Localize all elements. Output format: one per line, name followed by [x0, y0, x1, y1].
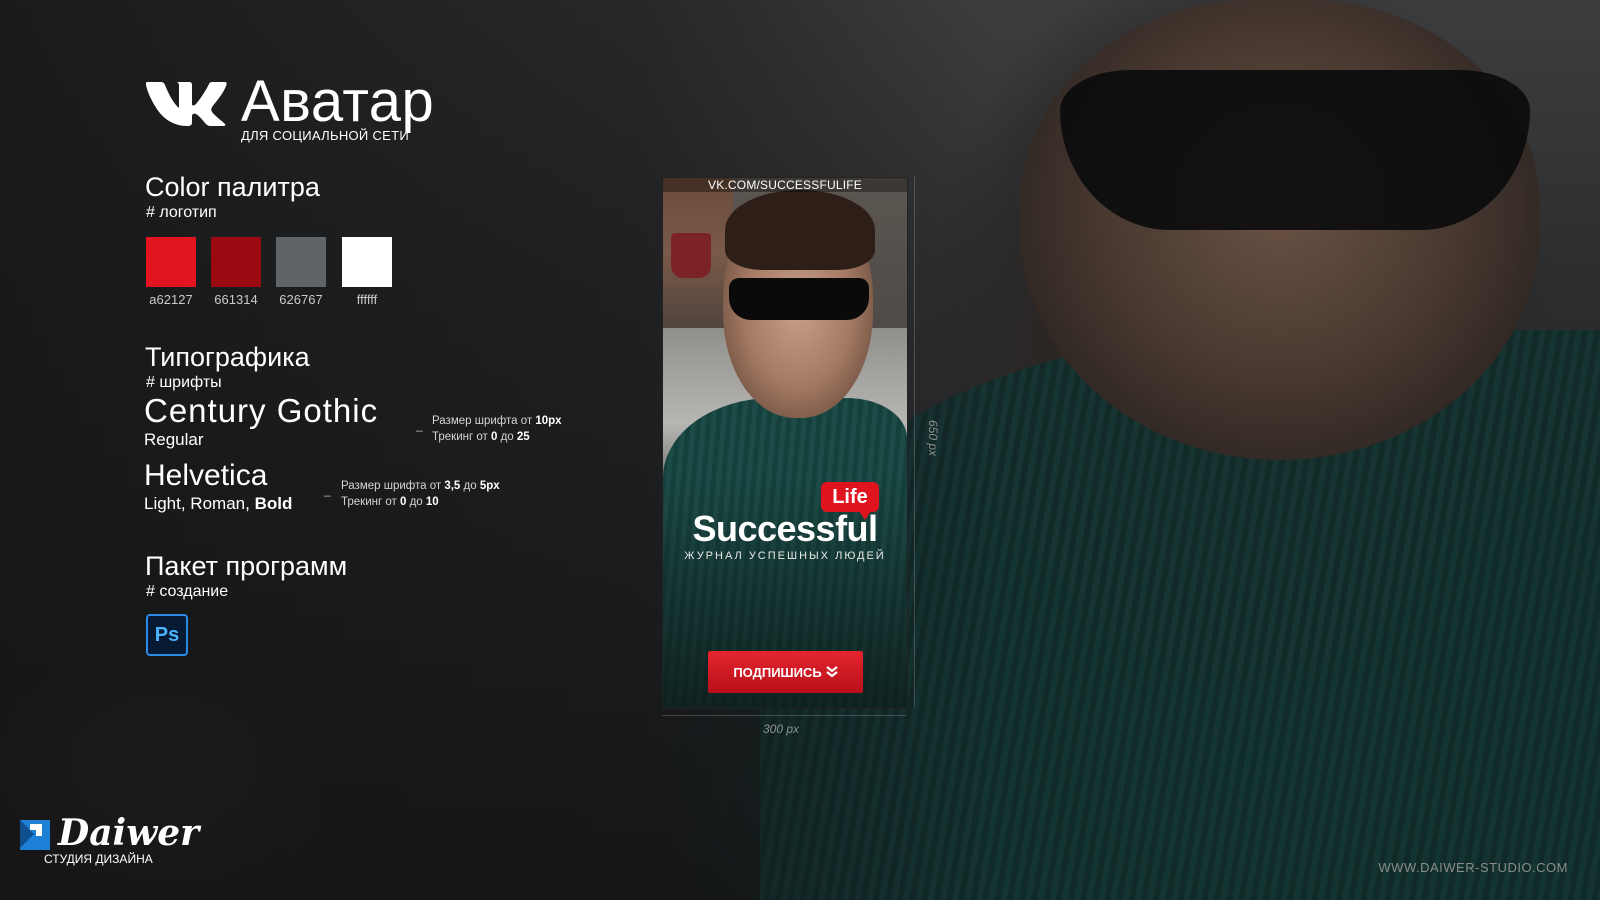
swatch-label: 626767	[279, 292, 323, 307]
swatch-label: 661314	[214, 292, 258, 307]
font1-style: Regular	[144, 430, 204, 449]
avatar-mockup: VK.COM/SUCCESSFULIFE Life Successful ЖУР…	[662, 177, 908, 709]
height-dimension-line	[914, 177, 915, 707]
vk-logo-icon	[146, 82, 227, 126]
page-title: Аватар	[241, 69, 435, 134]
typography-title: Типографика	[145, 342, 310, 372]
font1-note: Размер шрифта от 10px Трекинг от 0 до 25	[432, 415, 562, 443]
daiwer-subtitle: СТУДИЯ ДИЗАЙНА	[44, 852, 153, 866]
avatar-tagline: ЖУРНАЛ УСПЕШНЫХ ЛЮДЕЙ	[684, 550, 886, 562]
subscribe-button-label: ПОДПИШИСЬ	[733, 664, 822, 680]
software-title: Пакет программ	[145, 551, 348, 581]
color-swatch	[342, 237, 392, 287]
page-subtitle: ДЛЯ СОЦИАЛЬНОЙ СЕТИ	[241, 128, 410, 143]
color-swatch	[211, 237, 261, 287]
software-tag: # создание	[146, 583, 229, 600]
daiwer-icon	[20, 820, 50, 850]
photoshop-icon: Ps	[146, 614, 188, 656]
double-chevron-down-icon	[826, 666, 838, 678]
colors-title: Color палитра	[145, 172, 320, 202]
font2-dash: _	[324, 483, 331, 497]
color-swatch	[146, 237, 196, 287]
font1-name: Century Gothic	[144, 392, 379, 429]
font2-note: Размер шрифта от 3,5 до 5px Трекинг от 0…	[341, 480, 500, 508]
avatar-url: VK.COM/SUCCESSFULIFE	[663, 178, 907, 192]
colors-tag: # логотип	[146, 204, 217, 221]
width-dimension-line	[662, 715, 906, 716]
avatar-brand: Successful	[692, 508, 878, 549]
font2-style: Light, Roman, Bold	[144, 494, 293, 513]
typography-tag: # шрифты	[146, 374, 222, 391]
swatch-label: ffffff	[356, 292, 378, 307]
subscribe-button[interactable]: ПОДПИШИСЬ	[708, 651, 863, 693]
color-swatch	[276, 237, 326, 287]
website-url: WWW.DAIWER-STUDIO.COM	[1378, 860, 1568, 875]
font2-name: Helvetica	[144, 459, 268, 492]
daiwer-name: Daiwer	[58, 812, 200, 854]
swatch-label: a62127	[149, 292, 193, 307]
width-label: 300 px	[763, 722, 800, 736]
height-label: 650 px	[926, 420, 940, 457]
font1-dash: _	[416, 418, 423, 432]
